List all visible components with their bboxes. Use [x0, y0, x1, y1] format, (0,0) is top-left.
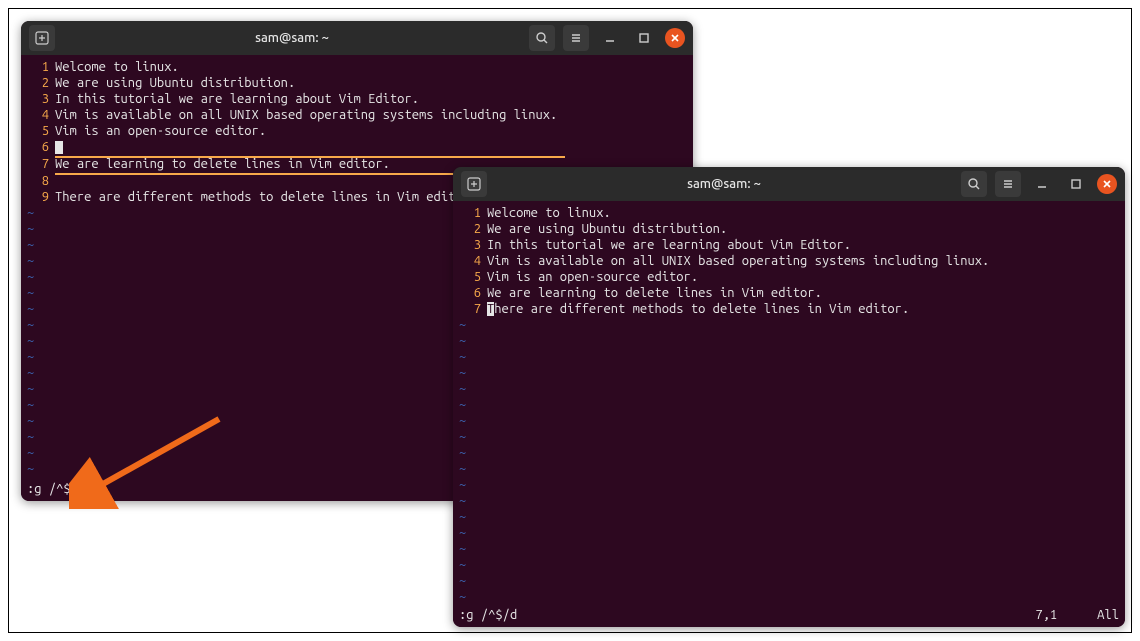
canvas-frame: sam@sam: ~ — [8, 8, 1132, 633]
line-number: 6 — [27, 139, 55, 156]
maximize-icon — [1070, 178, 1082, 190]
empty-line-tilde: ~ — [459, 397, 1119, 413]
line-text: There are different methods to delete li… — [55, 189, 477, 205]
editor-line: 2We are using Ubuntu distribution. — [459, 221, 1119, 237]
editor-line: 7There are different methods to delete l… — [459, 301, 1119, 317]
minimize-icon — [1036, 178, 1048, 190]
new-tab-icon — [467, 177, 481, 191]
line-number: 1 — [459, 205, 487, 221]
text-cursor — [85, 483, 93, 496]
line-text: We are learning to delete lines in Vim e… — [487, 285, 822, 301]
empty-line-tilde: ~ — [459, 429, 1119, 445]
editor-line: 3In this tutorial we are learning about … — [27, 91, 687, 107]
hamburger-menu-icon — [569, 31, 583, 45]
editor-line: 5Vim is an open-source editor. — [27, 123, 687, 139]
line-number: 7 — [459, 301, 487, 317]
empty-line-tilde: ~ — [459, 445, 1119, 461]
minimize-button[interactable] — [1029, 171, 1055, 197]
search-button[interactable] — [961, 171, 987, 197]
command-line: :g /^$/d 7,1 All — [459, 607, 1119, 623]
close-icon — [670, 33, 680, 43]
empty-line-tilde: ~ — [459, 333, 1119, 349]
menu-button[interactable] — [995, 171, 1021, 197]
empty-line-tilde: ~ — [459, 589, 1119, 605]
line-text: There are different methods to delete li… — [487, 301, 909, 317]
hamburger-menu-icon — [1001, 177, 1015, 191]
empty-line-tilde: ~ — [459, 573, 1119, 589]
scroll-position: All — [1097, 607, 1119, 623]
close-button[interactable] — [1097, 174, 1117, 194]
empty-line-tilde: ~ — [459, 461, 1119, 477]
line-text: In this tutorial we are learning about V… — [487, 237, 851, 253]
empty-line-tilde: ~ — [459, 317, 1119, 333]
editor-line: 2We are using Ubuntu distribution. — [27, 75, 687, 91]
maximize-button[interactable] — [1063, 171, 1089, 197]
editor-line: 3In this tutorial we are learning about … — [459, 237, 1119, 253]
line-text: Vim is an open-source editor. — [487, 269, 698, 285]
command-text: :g /^$/d — [27, 482, 85, 496]
editor-line: 6 — [27, 139, 687, 156]
terminal-window-after: sam@sam: ~ — [453, 167, 1125, 627]
line-number: 2 — [459, 221, 487, 237]
search-icon — [535, 31, 549, 45]
line-text: Welcome to linux. — [55, 59, 179, 75]
new-tab-button[interactable] — [29, 25, 55, 51]
line-number: 4 — [27, 107, 55, 123]
line-text: Vim is an open-source editor. — [55, 123, 266, 139]
empty-line-tilde: ~ — [459, 381, 1119, 397]
maximize-icon — [638, 32, 650, 44]
minimize-button[interactable] — [597, 25, 623, 51]
minimize-icon — [604, 32, 616, 44]
close-button[interactable] — [665, 28, 685, 48]
empty-line-tilde: ~ — [459, 413, 1119, 429]
new-tab-icon — [35, 31, 49, 45]
search-icon — [967, 177, 981, 191]
line-text: We are using Ubuntu distribution. — [487, 221, 727, 237]
editor-line: 1Welcome to linux. — [27, 59, 687, 75]
line-number: 4 — [459, 253, 487, 269]
window-title: sam@sam: ~ — [61, 31, 523, 45]
search-button[interactable] — [529, 25, 555, 51]
line-text: In this tutorial we are learning about V… — [55, 91, 419, 107]
editor-line: 4Vim is available on all UNIX based oper… — [27, 107, 687, 123]
line-number: 9 — [27, 189, 55, 205]
empty-line-tilde: ~ — [459, 557, 1119, 573]
line-text: We are using Ubuntu distribution. — [55, 75, 295, 91]
window-title: sam@sam: ~ — [493, 177, 955, 191]
editor-line: 4Vim is available on all UNIX based oper… — [459, 253, 1119, 269]
terminal-body[interactable]: 1Welcome to linux.2We are using Ubuntu d… — [453, 201, 1125, 627]
menu-button[interactable] — [563, 25, 589, 51]
line-number: 8 — [27, 173, 55, 189]
line-number: 2 — [27, 75, 55, 91]
cursor-position: 7,1 — [1035, 607, 1057, 623]
empty-line-tilde: ~ — [459, 365, 1119, 381]
line-number: 6 — [459, 285, 487, 301]
empty-line-tilde: ~ — [459, 541, 1119, 557]
empty-line-tilde: ~ — [459, 477, 1119, 493]
line-text: Vim is available on all UNIX based opera… — [55, 107, 557, 123]
line-number: 5 — [27, 123, 55, 139]
titlebar: sam@sam: ~ — [21, 21, 693, 55]
editor-line: 6We are learning to delete lines in Vim … — [459, 285, 1119, 301]
line-number: 7 — [27, 156, 55, 173]
editor-line: 1Welcome to linux. — [459, 205, 1119, 221]
line-number: 5 — [459, 269, 487, 285]
command-text: :g /^$/d — [459, 607, 517, 623]
text-cursor: T — [487, 302, 494, 316]
line-text: Welcome to linux. — [487, 205, 611, 221]
line-text: Vim is available on all UNIX based opera… — [487, 253, 989, 269]
line-number: 1 — [27, 59, 55, 75]
close-icon — [1102, 179, 1112, 189]
empty-line-tilde: ~ — [459, 349, 1119, 365]
maximize-button[interactable] — [631, 25, 657, 51]
empty-line-tilde: ~ — [459, 525, 1119, 541]
line-number: 3 — [27, 91, 55, 107]
editor-line: 5Vim is an open-source editor. — [459, 269, 1119, 285]
empty-line-tilde: ~ — [459, 509, 1119, 525]
titlebar: sam@sam: ~ — [453, 167, 1125, 201]
new-tab-button[interactable] — [461, 171, 487, 197]
empty-line-tilde: ~ — [459, 493, 1119, 509]
line-number: 3 — [459, 237, 487, 253]
text-cursor — [55, 141, 63, 154]
